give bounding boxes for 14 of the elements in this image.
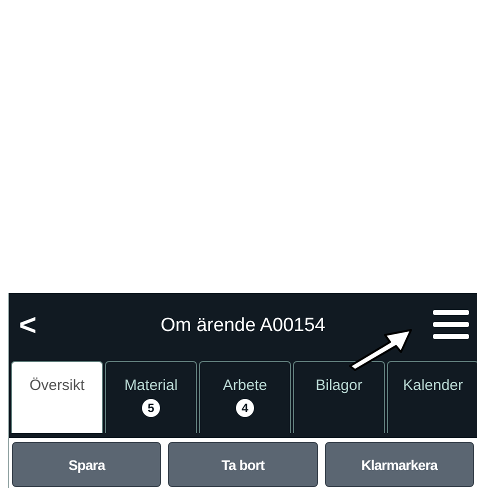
pointer-arrow-icon: [348, 328, 414, 372]
action-button[interactable]: Klarmarkera: [324, 442, 474, 487]
tab[interactable]: Arbete 4: [199, 361, 291, 433]
tab[interactable]: Översikt: [11, 361, 103, 433]
action-button[interactable]: Ta bort: [168, 442, 318, 487]
page-title: Om ärende A00154: [160, 315, 326, 337]
tab[interactable]: Bilagor: [293, 361, 385, 433]
back-button[interactable]: <: [19, 309, 49, 343]
tab[interactable]: Material 5: [105, 361, 197, 433]
count-badge: 5: [142, 399, 160, 417]
action-button[interactable]: Spara: [12, 442, 162, 487]
count-badge: 4: [236, 399, 254, 417]
menu-icon[interactable]: [433, 309, 469, 341]
tab[interactable]: Kalender: [387, 361, 477, 433]
